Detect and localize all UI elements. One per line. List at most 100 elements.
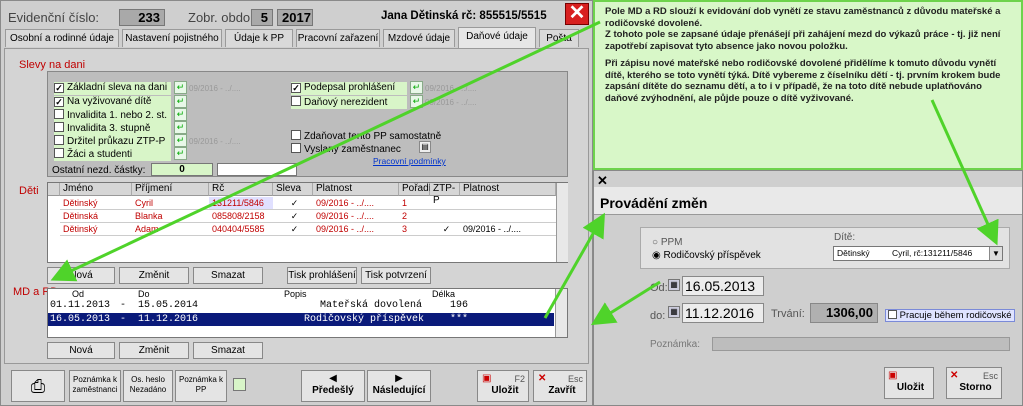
tab-position[interactable]: Pracovní zařazení: [296, 29, 380, 47]
col-header: Popis: [284, 289, 307, 299]
table-cell[interactable]: 09/2016 - ../....: [313, 197, 399, 210]
col-header: Příjmení: [132, 183, 209, 196]
period-arrow-icon[interactable]: ↵: [410, 95, 423, 108]
period-month: 5: [251, 9, 273, 26]
table-cell[interactable]: Dětinská: [60, 210, 132, 223]
tab-pp[interactable]: Údaje k PP: [225, 29, 293, 47]
to-date-input[interactable]: 11.12.2016: [682, 303, 764, 323]
period-arrow-icon[interactable]: ↵: [174, 81, 187, 94]
table-cell[interactable]: Dětinský: [60, 223, 132, 236]
table-row-selected[interactable]: 16.05.2013-11.12.2016 Rodičovský příspěve…: [48, 313, 554, 326]
table-cell[interactable]: [460, 197, 556, 210]
period-arrow-icon[interactable]: ↵: [174, 147, 187, 160]
table-cell[interactable]: 040404/5585: [209, 223, 273, 236]
table-cell[interactable]: 2: [399, 210, 430, 223]
next-button[interactable]: ▶ Následující: [367, 370, 431, 402]
table-cell[interactable]: 131211/5846: [209, 197, 273, 210]
save-icon: ▣: [888, 370, 898, 381]
close-button[interactable]: ✕ Esc Zavřít: [533, 370, 587, 402]
note-paragraph: Pole MD a RD slouží k evidování dob vyně…: [605, 6, 1001, 29]
period-arrow-icon[interactable]: ↵: [174, 134, 187, 147]
save-button[interactable]: ▣ F2 Uložit: [477, 370, 529, 402]
table-cell[interactable]: 09/2016 - ../....: [313, 223, 399, 236]
child-edit-button[interactable]: Změnit: [119, 267, 189, 284]
child-discount-checkbox[interactable]: ✓ Na vyživované dítě: [54, 96, 171, 109]
ppm-radio[interactable]: ○ PPM: [652, 237, 683, 248]
print-button[interactable]: ⎙: [11, 370, 65, 402]
mdrd-scrollbar[interactable]: [555, 289, 567, 337]
period-arrow-icon[interactable]: ↵: [410, 81, 423, 94]
tab-personal[interactable]: Osobní a rodinné údaje: [5, 29, 119, 47]
child-new-button[interactable]: Nová: [47, 267, 115, 284]
other-amounts-value[interactable]: 0: [151, 163, 213, 176]
duration-value: 1306,00: [810, 303, 878, 323]
table-cell[interactable]: [460, 210, 556, 223]
period-arrow-icon[interactable]: ↵: [174, 95, 187, 108]
children-title: Děti: [19, 185, 39, 197]
tab-wage[interactable]: Mzdové údaje: [383, 29, 455, 47]
child-label: Dítě:: [834, 232, 856, 243]
table-cell[interactable]: 3: [399, 223, 430, 236]
from-date-input[interactable]: 16.05.2013: [682, 276, 764, 296]
note-label: Poznámka:: [650, 339, 701, 350]
table-cell[interactable]: 085808/2158: [209, 210, 273, 223]
tab-mail[interactable]: Pošta: [539, 29, 579, 47]
table-cell[interactable]: [430, 210, 460, 223]
parental-radio[interactable]: ◉ Rodičovský příspěvek: [652, 250, 761, 261]
basic-discount-checkbox[interactable]: ✓ Základní sleva na dani: [54, 82, 171, 95]
child-delete-button[interactable]: Smazat: [193, 267, 263, 284]
table-cell[interactable]: 09/2016 - ../....: [460, 223, 556, 236]
period-text: 09/2016 - ../....: [425, 98, 477, 107]
print-confirmation-button[interactable]: Tisk potvrzení: [361, 267, 431, 284]
note-input[interactable]: [712, 337, 1010, 351]
table-cell[interactable]: ✓: [273, 197, 313, 210]
table-row[interactable]: 01.11.2013-15.05.2014 Mateřská dovolená 19…: [48, 299, 554, 312]
table-cell[interactable]: ✓: [273, 223, 313, 236]
other-amounts-label: Ostatní nezd. částky:: [52, 165, 146, 176]
employee-name: Jana Dětinská rč: 855515/5515: [381, 10, 547, 22]
tab-tax[interactable]: Daňové údaje: [458, 27, 536, 48]
calendar-icon[interactable]: ▦: [668, 279, 680, 291]
child-select[interactable]: Dětinský Cyril, rč:131211/5846 ▼: [833, 246, 1003, 261]
password-button[interactable]: Os. heslo Nezadáno: [123, 370, 173, 402]
mdrd-delete-button[interactable]: Smazat: [193, 342, 263, 359]
dialog-title: Provádění změn: [600, 195, 708, 211]
tab-insurance[interactable]: Nastavení pojistného: [122, 29, 222, 47]
table-cell[interactable]: Blanka: [132, 210, 209, 223]
posted-employee-checkbox[interactable]: Vyslaný zaměstnanec: [291, 143, 401, 156]
to-label: do:: [650, 310, 666, 322]
table-cell[interactable]: [430, 197, 460, 210]
table-cell[interactable]: 1: [399, 197, 430, 210]
other-amounts-extra[interactable]: [217, 163, 297, 176]
dialog-save-button[interactable]: ▣ Uložit: [884, 367, 934, 399]
period-arrow-icon[interactable]: ↵: [174, 121, 187, 134]
table-cell[interactable]: Dětinský: [60, 197, 132, 210]
mdrd-edit-button[interactable]: Změnit: [119, 342, 189, 359]
invalidity12-checkbox[interactable]: Invalidita 1. nebo 2. st.: [54, 109, 171, 122]
works-during-parental-checkbox[interactable]: Pracuje během rodičovské: [885, 309, 1015, 322]
children-scrollbar[interactable]: [556, 183, 568, 262]
invalidity3-checkbox[interactable]: Invalidita 3. stupně: [54, 122, 171, 135]
table-cell[interactable]: Cyril: [132, 197, 209, 210]
print-declaration-button[interactable]: Tisk prohlášení: [287, 267, 357, 284]
calendar-icon[interactable]: ▦: [668, 306, 680, 318]
mdrd-new-button[interactable]: Nová: [47, 342, 115, 359]
period-text: 09/2016 - ../....: [189, 84, 241, 93]
close-window-button[interactable]: ✕: [565, 3, 589, 25]
previous-button[interactable]: ◀ Předešlý: [301, 370, 365, 402]
table-cell[interactable]: Adam: [132, 223, 209, 236]
students-checkbox[interactable]: Žáci a studenti: [54, 148, 171, 161]
signed-declaration-checkbox[interactable]: ✓ Podepsal prohlášení: [291, 82, 407, 95]
close-icon: ✕: [538, 373, 547, 384]
period-arrow-icon[interactable]: ↵: [174, 108, 187, 121]
table-cell[interactable]: ✓: [273, 210, 313, 223]
employee-note-button[interactable]: Poznámka k zaměstnanci: [69, 370, 121, 402]
ztpp-checkbox[interactable]: Držitel průkazu ZTP-P: [54, 135, 171, 148]
table-cell[interactable]: ✓: [430, 223, 460, 236]
work-conditions-link[interactable]: Pracovní podmínky: [373, 156, 446, 166]
dialog-cancel-button[interactable]: ✕ Esc Storno: [946, 367, 1002, 399]
document-icon[interactable]: ▤: [419, 141, 431, 153]
nonresident-checkbox[interactable]: Daňový nerezident: [291, 96, 407, 109]
table-cell[interactable]: 09/2016 - ../....: [313, 210, 399, 223]
pp-note-button[interactable]: Poznámka k PP: [175, 370, 227, 402]
